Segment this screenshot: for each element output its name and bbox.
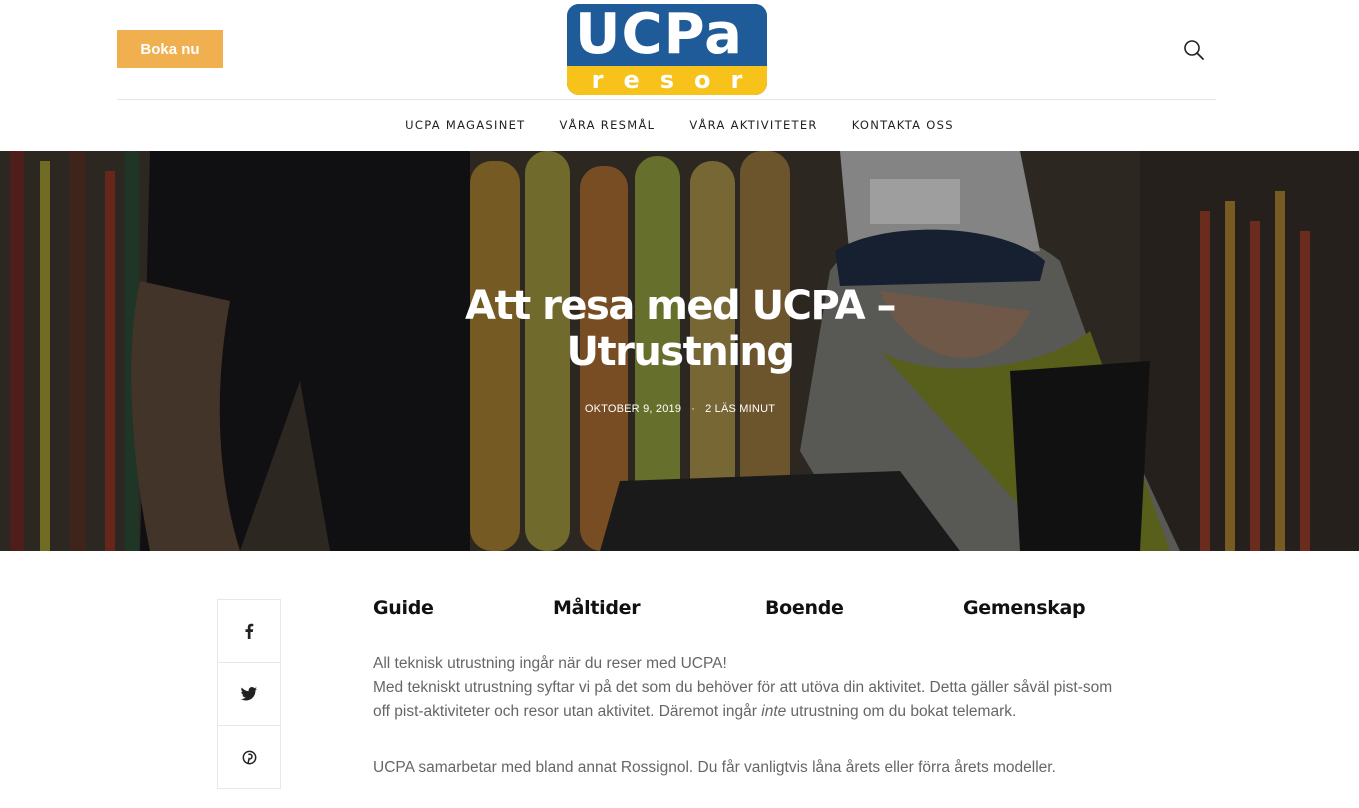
nav-item-vara-aktiviteter[interactable]: VÅRA AKTIVITETER [689, 118, 817, 132]
nav-item-vara-resmal[interactable]: VÅRA RESMÅL [560, 118, 656, 132]
content-tabs: Guide Måltider Boende Gemenskap [373, 597, 1113, 623]
equipment-text-end: utrustning om du bokat telemark. [786, 703, 1017, 720]
logo-text-ucpa: UCPa [567, 4, 767, 66]
article-paragraph: All teknisk utrustning ingår när du rese… [373, 652, 1113, 724]
meta-separator: · [691, 403, 696, 415]
search-icon[interactable] [1182, 38, 1206, 62]
twitter-icon[interactable] [218, 663, 280, 726]
read-time: 2 LÄS MINUT [705, 403, 776, 415]
tab-maltider[interactable]: Måltider [553, 597, 641, 619]
facebook-icon[interactable] [218, 600, 280, 663]
nav-item-kontakta-oss[interactable]: KONTAKTA OSS [852, 118, 954, 132]
book-now-button[interactable]: Boka nu [117, 30, 223, 68]
post-date: OKTOBER 9, 2019 [584, 403, 682, 415]
pinterest-icon[interactable] [218, 726, 280, 789]
emphasis-text: inte [761, 703, 787, 720]
post-meta: OKTOBER 9, 2019 · 2 LÄS MINUT [430, 403, 930, 415]
hero-banner: Att resa med UCPA – Utrustning OKTOBER 9… [0, 151, 1359, 551]
tab-gemenskap[interactable]: Gemenskap [963, 597, 1086, 619]
tab-boende[interactable]: Boende [765, 597, 844, 619]
intro-line: All teknisk utrustning ingår när du rese… [373, 655, 727, 672]
ucpa-resor-logo[interactable]: UCPa resor [567, 4, 767, 95]
page-title: Att resa med UCPA – Utrustning [330, 283, 1030, 375]
logo-text-resor: resor [567, 66, 767, 95]
main-nav: UCPA MAGASINET VÅRA RESMÅL VÅRA AKTIVITE… [0, 100, 1359, 150]
nav-item-ucpa-magasinet[interactable]: UCPA MAGASINET [405, 118, 525, 132]
page-title-line-2: Utrustning [566, 329, 795, 375]
page-title-line-1: Att resa med UCPA – [465, 283, 896, 329]
tab-guide[interactable]: Guide [373, 597, 434, 619]
site-header: Boka nu UCPa resor UCPA MAGASINET VÅRA R… [0, 0, 1359, 151]
article-body: All teknisk utrustning ingår när du rese… [373, 652, 1113, 780]
article-paragraph-2: UCPA samarbetar med bland annat Rossigno… [373, 759, 1056, 776]
share-box [217, 599, 281, 789]
